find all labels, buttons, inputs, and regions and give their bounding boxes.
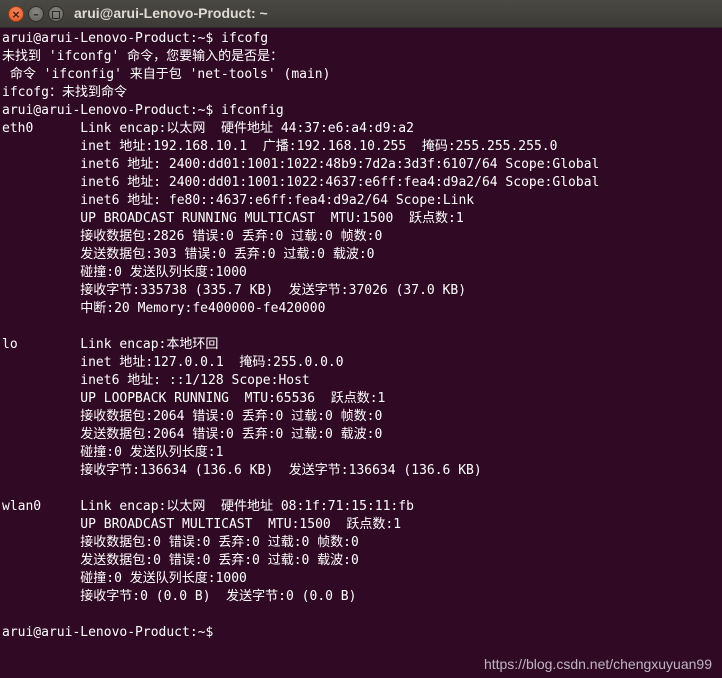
terminal-line: UP BROADCAST RUNNING MULTICAST MTU:1500 … — [2, 211, 464, 226]
terminal-line: 碰撞:0 发送队列长度:1 — [2, 445, 224, 460]
terminal-line: 接收字节:335738 (335.7 KB) 发送字节:37026 (37.0 … — [2, 283, 467, 298]
terminal-line: eth0 Link encap:以太网 硬件地址 44:37:e6:a4:d9:… — [2, 121, 414, 136]
terminal-line: 发送数据包:0 错误:0 丢弃:0 过载:0 载波:0 — [2, 553, 359, 568]
terminal-line: inet 地址:127.0.0.1 掩码:255.0.0.0 — [2, 355, 344, 370]
watermark: https://blog.csdn.net/chengxuyuan99 — [483, 656, 712, 672]
terminal-line: 接收字节:136634 (136.6 KB) 发送字节:136634 (136.… — [2, 463, 482, 478]
terminal-line: 发送数据包:303 错误:0 丢弃:0 过载:0 载波:0 — [2, 247, 375, 262]
minimize-icon[interactable]: – — [28, 6, 44, 22]
terminal-line: arui@arui-Lenovo-Product:~$ — [2, 625, 214, 640]
terminal-output[interactable]: arui@arui-Lenovo-Product:~$ ifcofg 未找到 'i… — [2, 30, 720, 642]
close-icon[interactable]: × — [8, 6, 24, 22]
terminal-line: inet 地址:192.168.10.1 广播:192.168.10.255 掩… — [2, 139, 558, 154]
terminal-line: arui@arui-Lenovo-Product:~$ ifcofg — [2, 31, 269, 46]
terminal-line: 命令 'ifconfig' 来自于包 'net-tools' (main) — [2, 67, 331, 82]
terminal-line: 碰撞:0 发送队列长度:1000 — [2, 571, 247, 586]
terminal-line: wlan0 Link encap:以太网 硬件地址 08:1f:71:15:11… — [2, 499, 414, 514]
terminal-line: inet6 地址: 2400:dd01:1001:1022:48b9:7d2a:… — [2, 157, 600, 172]
terminal-window: × – arui@arui-Lenovo-Product: ~ arui@aru… — [0, 0, 722, 678]
terminal-line: inet6 地址: 2400:dd01:1001:1022:4637:e6ff:… — [2, 175, 600, 190]
terminal-line: 接收数据包:2064 错误:0 丢弃:0 过载:0 帧数:0 — [2, 409, 383, 424]
window-title: arui@arui-Lenovo-Product: ~ — [74, 5, 268, 21]
terminal-line: 未找到 'ifconfg' 命令，您要输入的是否是： — [2, 49, 284, 64]
terminal-line: 中断:20 Memory:fe400000-fe420000 — [2, 301, 326, 316]
terminal-line: 碰撞:0 发送队列长度:1000 — [2, 265, 247, 280]
terminal-line: lo Link encap:本地环回 — [2, 337, 219, 352]
terminal-line: inet6 地址: fe80::4637:e6ff:fea4:d9a2/64 S… — [2, 193, 475, 208]
terminal-line: inet6 地址: ::1/128 Scope:Host — [2, 373, 310, 388]
title-bar[interactable]: × – arui@arui-Lenovo-Product: ~ — [0, 0, 722, 28]
maximize-icon[interactable] — [48, 6, 64, 22]
terminal-line: 发送数据包:2064 错误:0 丢弃:0 过载:0 载波:0 — [2, 427, 383, 442]
terminal-line: UP BROADCAST MULTICAST MTU:1500 跃点数:1 — [2, 517, 402, 532]
terminal-line: 接收数据包:0 错误:0 丢弃:0 过载:0 帧数:0 — [2, 535, 359, 550]
terminal-line: 接收数据包:2826 错误:0 丢弃:0 过载:0 帧数:0 — [2, 229, 383, 244]
terminal-line: UP LOOPBACK RUNNING MTU:65536 跃点数:1 — [2, 391, 386, 406]
terminal-line: 接收字节:0 (0.0 B) 发送字节:0 (0.0 B) — [2, 589, 357, 604]
terminal-line: ifcofg：未找到命令 — [2, 85, 127, 100]
terminal-line: arui@arui-Lenovo-Product:~$ ifconfig — [2, 103, 284, 118]
